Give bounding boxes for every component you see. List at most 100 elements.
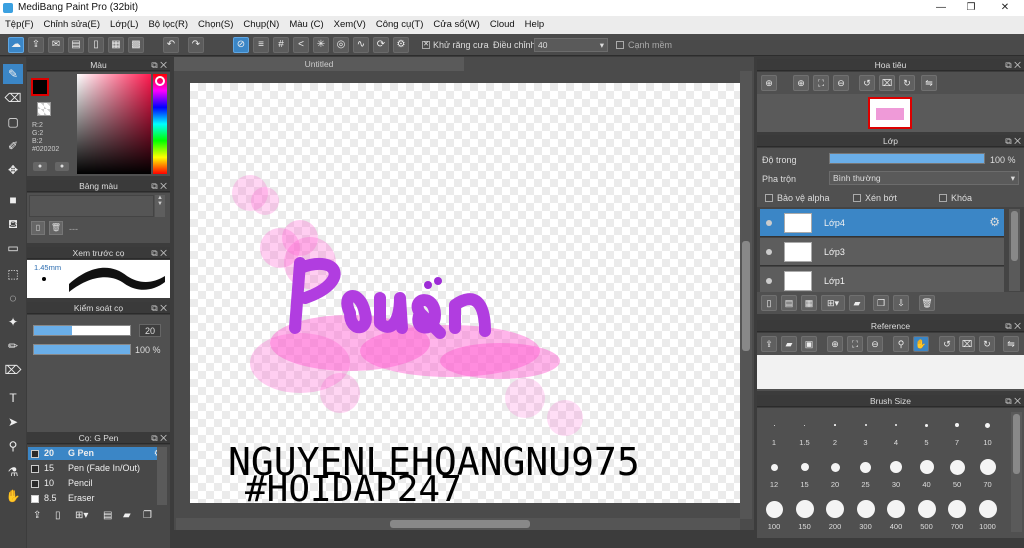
- brush-tool-icon[interactable]: ✎: [3, 64, 23, 84]
- brush-size-scrollbar[interactable]: [1011, 412, 1022, 532]
- reference-view[interactable]: [757, 355, 1024, 389]
- brush-size-preset[interactable]: 1: [759, 412, 789, 452]
- move-tool-icon[interactable]: ✥: [3, 160, 23, 180]
- new-layer-icon[interactable]: ▯: [761, 295, 777, 311]
- new-palette-icon[interactable]: ▯: [31, 221, 45, 235]
- layer-item[interactable]: Lớp1: [760, 267, 1004, 292]
- antialias-checkbox[interactable]: ✕: [422, 41, 430, 49]
- snap-off-icon[interactable]: ⊘: [233, 37, 249, 53]
- dropper2-tool-icon[interactable]: ⚗: [3, 462, 23, 482]
- layer-item[interactable]: Lớp4 ⚙: [760, 209, 1004, 237]
- layer-item[interactable]: Lớp3: [760, 238, 1004, 266]
- close-icon[interactable]: ⧉ ✕: [1005, 135, 1021, 147]
- add-color-icon[interactable]: ●: [33, 162, 47, 171]
- hand-tool-icon[interactable]: ✋: [3, 486, 23, 506]
- brush-size-preset[interactable]: 12: [759, 454, 789, 494]
- select-rect-icon[interactable]: ⬚: [3, 264, 23, 284]
- redo-button[interactable]: ↷: [188, 37, 204, 53]
- trash-icon[interactable]: 🗑: [49, 221, 63, 235]
- brush-size-preset[interactable]: 1000: [973, 496, 1003, 536]
- menu-snap[interactable]: Chụp(N): [238, 16, 284, 34]
- opacity-slider[interactable]: [33, 344, 131, 355]
- brush-size-preset[interactable]: 50: [942, 454, 972, 494]
- menu-layer[interactable]: Lớp(L): [105, 16, 143, 34]
- text-tool-icon[interactable]: T: [3, 388, 23, 408]
- visibility-eye-icon[interactable]: [766, 249, 772, 255]
- zoom-out-icon[interactable]: ⊖: [867, 336, 883, 352]
- folder-icon[interactable]: ▰: [849, 295, 865, 311]
- parallel-snap-icon[interactable]: ≡: [253, 37, 269, 53]
- duplicate-layer-icon[interactable]: ❐: [873, 295, 889, 311]
- menu-help[interactable]: Help: [520, 16, 550, 34]
- minimize-button[interactable]: —: [926, 0, 956, 16]
- new-brush-icon[interactable]: ▯: [55, 510, 61, 521]
- navigator-view[interactable]: [757, 94, 1024, 132]
- brush-size-preset[interactable]: 7: [942, 412, 972, 452]
- brush-size-preset[interactable]: 4: [881, 412, 911, 452]
- brush-item[interactable]: 8.5 Eraser: [28, 492, 166, 505]
- visibility-eye-icon[interactable]: [766, 220, 772, 226]
- brush-size-preset[interactable]: 15: [790, 454, 820, 494]
- brush-item[interactable]: 15 Pen (Fade In/Out): [28, 462, 166, 475]
- lock-checkbox[interactable]: [939, 194, 947, 202]
- brush-size-preset[interactable]: 20: [820, 454, 850, 494]
- rotate-right-icon[interactable]: ↻: [979, 336, 995, 352]
- flip-icon[interactable]: ⇋: [921, 75, 937, 91]
- select-eraser-icon[interactable]: ⌦: [3, 360, 23, 380]
- close-icon[interactable]: ⧉ ✕: [1005, 395, 1021, 407]
- drawing-canvas[interactable]: NGUYENLEHOANGNU975 #HOIDAP247: [190, 83, 740, 503]
- remove-color-icon[interactable]: ●: [55, 162, 69, 171]
- close-icon[interactable]: ⧉ ✕: [151, 59, 167, 71]
- open-folder-icon[interactable]: ▰: [781, 336, 797, 352]
- layer-scroll-thumb[interactable]: [1011, 211, 1018, 261]
- close-window-button[interactable]: ✕: [990, 0, 1020, 16]
- folder-icon[interactable]: ▰: [123, 510, 131, 521]
- edge-checkbox[interactable]: [616, 41, 624, 49]
- brush-list-scrollbar[interactable]: [157, 447, 167, 505]
- page-icon[interactable]: ▯: [88, 37, 104, 53]
- menu-window[interactable]: Cửa sổ(W): [428, 16, 484, 34]
- hand-icon[interactable]: ✋: [913, 336, 929, 352]
- zoom-in-icon[interactable]: ⊕: [827, 336, 843, 352]
- add-layer-menu-icon[interactable]: ⊞▾: [821, 295, 845, 311]
- menu-select[interactable]: Chọn(S): [193, 16, 238, 34]
- brush-size-preset[interactable]: 700: [942, 496, 972, 536]
- magic-wand-icon[interactable]: ✦: [3, 312, 23, 332]
- page-icon[interactable]: ▤: [103, 510, 112, 521]
- palette-list[interactable]: [29, 195, 154, 217]
- rotate-left-icon[interactable]: ↺: [939, 336, 955, 352]
- close-icon[interactable]: ⧉ ✕: [1005, 320, 1021, 332]
- cloud-icon[interactable]: ☁: [8, 37, 24, 53]
- menu-tools[interactable]: Công cụ(T): [371, 16, 429, 34]
- vertical-scroll-thumb[interactable]: [742, 241, 750, 351]
- close-icon[interactable]: ⧉ ✕: [1005, 59, 1021, 71]
- hue-slider[interactable]: [153, 74, 167, 174]
- close-icon[interactable]: ⧉ ✕: [151, 432, 167, 444]
- clipping-checkbox[interactable]: [853, 194, 861, 202]
- menu-view[interactable]: Xem(V): [329, 16, 371, 34]
- message-icon[interactable]: ▤: [68, 37, 84, 53]
- curve-snap-icon[interactable]: ∿: [353, 37, 369, 53]
- brush-size-preset[interactable]: 300: [851, 496, 881, 536]
- settings-gear-icon[interactable]: ⚙: [393, 37, 409, 53]
- brush-item[interactable]: 10 Pencil: [28, 477, 166, 490]
- brush-size-preset[interactable]: 30: [881, 454, 911, 494]
- zoom-in-icon[interactable]: ⊕: [793, 75, 809, 91]
- operation-tool-icon[interactable]: ➤: [3, 412, 23, 432]
- gradient-tool-icon[interactable]: ▭: [3, 238, 23, 258]
- brush-size-preset[interactable]: 5: [912, 412, 942, 452]
- adjust-select[interactable]: 40 ▾: [534, 38, 608, 52]
- reset-rotation-icon[interactable]: ⌧: [879, 75, 895, 91]
- brush-size-preset[interactable]: 40: [912, 454, 942, 494]
- brush-size-preset[interactable]: 70: [973, 454, 1003, 494]
- brush-size-preset[interactable]: 3: [851, 412, 881, 452]
- canvas-vertical-scrollbar[interactable]: [740, 71, 752, 519]
- zoom-in-icon[interactable]: ⊕: [761, 75, 777, 91]
- brush-size-preset[interactable]: 200: [820, 496, 850, 536]
- menu-color[interactable]: Màu (C): [284, 16, 328, 34]
- brush-size-preset[interactable]: 10: [973, 412, 1003, 452]
- saturation-value-picker[interactable]: [77, 74, 151, 174]
- fill-rect-tool-icon[interactable]: ■: [3, 190, 23, 210]
- undo-button[interactable]: ↶: [163, 37, 179, 53]
- layer-list-scrollbar[interactable]: [1009, 209, 1020, 291]
